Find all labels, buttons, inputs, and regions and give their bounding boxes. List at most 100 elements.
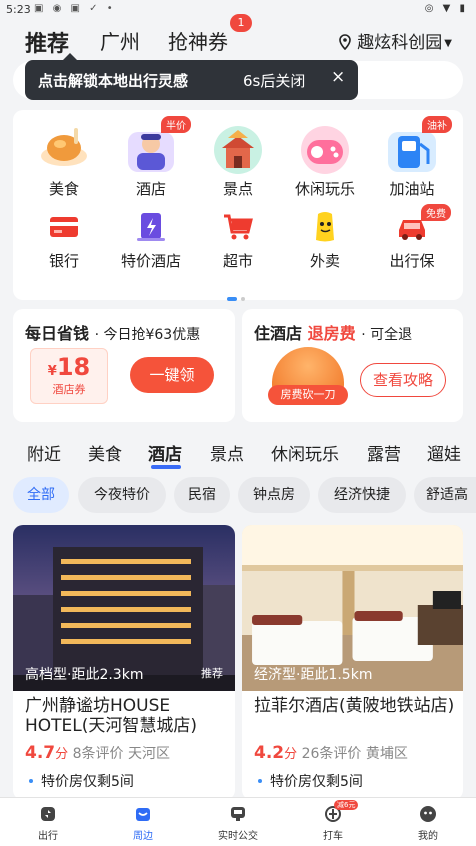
system-status-icons: ◎ ▼ ▮ [424, 3, 468, 14]
service-scenic[interactable]: 景点 [195, 122, 281, 199]
coupon-count-badge: 1 [230, 14, 252, 32]
tab-kids[interactable]: 遛娃 [427, 440, 461, 465]
service-bank[interactable]: 银行 [21, 210, 107, 271]
service-label: 特价酒店 [120, 252, 181, 270]
service-supermarket[interactable]: 超市 [195, 210, 281, 271]
nav-label: 实时公交 [218, 831, 258, 842]
claim-coupon-button[interactable]: 一键领 [130, 357, 214, 393]
travel-icon [39, 805, 57, 823]
tab-nearby[interactable]: 附近 [27, 440, 61, 465]
tip-text: 点击解锁本地出行灵感 [38, 72, 189, 90]
hotel-type-distance: 经济型·距此1.5km [254, 667, 373, 683]
hotel-area: 黄埔区 [365, 746, 408, 762]
free-tag: 免费 [421, 204, 451, 221]
chip-tonight-deal[interactable]: 今夜特价 [78, 477, 166, 513]
game-icon [299, 122, 351, 174]
car-insurance-icon: 免费 [395, 204, 451, 244]
view-guide-button[interactable]: 查看攻略 [360, 363, 446, 397]
hotel-name: 广州静谧坊HOUSE HOTEL(天河智慧城店) [25, 696, 198, 736]
daily-savings-subtitle: · 今日抢¥63优惠 [94, 327, 201, 343]
hotel-card[interactable]: 高档型·距此2.3km 推荐 广州静谧坊HOUSE HOTEL(天河智慧城店) … [13, 525, 235, 800]
tab-hotel[interactable]: 酒店 [148, 440, 182, 465]
hotel-coupon: ¥18 酒店券 [30, 348, 108, 404]
service-label: 加油站 [389, 180, 435, 198]
category-tabs: 附近 美食 酒店 景点 休闲玩乐 露营 遛娃 [0, 430, 476, 470]
service-travel-insurance[interactable]: 免费 出行保 [369, 204, 455, 271]
chip-budget[interactable]: 经济快捷 [318, 477, 406, 513]
taxi-discount-badge: 减6元 [334, 800, 359, 810]
active-tab-underline [151, 465, 181, 469]
daily-savings-title: 每日省钱 · 今日抢¥63优惠 [25, 320, 200, 344]
special-hotel-icon [134, 210, 168, 244]
chevron-down-icon: ▼ [444, 38, 452, 49]
hotel-area: 天河区 [127, 746, 170, 762]
status-time: 5:23 [6, 3, 31, 16]
bus-icon [229, 805, 247, 823]
score-unit: 分 [55, 747, 69, 762]
location-selector[interactable]: 趣炫科创园 ▼ [337, 28, 452, 53]
service-label: 景点 [222, 180, 253, 198]
hotel-refund-heading-b: 退房费 [307, 324, 356, 343]
service-label: 酒店 [135, 180, 166, 198]
hotel-rating-row: 4.7分 8条评价 天河区 [25, 743, 170, 763]
gas-station-icon: 油补 [386, 116, 452, 174]
service-grid: 美食 半价 酒店 景点 休闲玩乐 油补 加油站 银行 特价酒店 超市 外卖 免费… [13, 110, 463, 301]
tab-camping[interactable]: 露营 [367, 440, 401, 465]
chip-all[interactable]: 全部 [13, 477, 69, 513]
unlock-tip-popup[interactable]: 点击解锁本地出行灵感 6s后关闭 × [25, 53, 358, 100]
service-hotel[interactable]: 半价 酒店 [108, 116, 194, 199]
service-label: 休闲玩乐 [294, 180, 355, 198]
hotel-score: 4.2 [254, 743, 285, 763]
chip-hourly-room[interactable]: 钟点房 [238, 477, 310, 513]
filter-chips: 全部 今夜特价 民宿 钟点房 经济快捷 舒适高 [0, 477, 476, 513]
nearby-icon [134, 805, 152, 823]
recommend-label: 推荐 [201, 667, 223, 680]
nav-taxi[interactable]: 减6元 打车 [298, 800, 368, 842]
cart-icon [221, 210, 255, 244]
close-icon[interactable]: × [331, 67, 345, 87]
nav-nearby[interactable]: 周边 [108, 805, 178, 842]
nav-label: 周边 [133, 831, 153, 842]
nav-label: 打车 [323, 831, 343, 842]
daily-savings-heading: 每日省钱 [25, 324, 90, 343]
service-label: 超市 [222, 252, 253, 270]
nav-travel[interactable]: 出行 [13, 805, 83, 842]
nav-label: 出行 [38, 831, 58, 842]
service-takeout[interactable]: 外卖 [282, 210, 368, 271]
daily-savings-card[interactable]: 每日省钱 · 今日抢¥63优惠 ¥18 酒店券 一键领 [13, 309, 235, 422]
tab-leisure[interactable]: 休闲玩乐 [271, 440, 339, 465]
chip-comfort[interactable]: 舒适高 [414, 477, 476, 513]
bank-card-icon [47, 210, 81, 244]
hotel-refund-subtitle: · 可全退 [361, 327, 413, 343]
nav-bus[interactable]: 实时公交 [203, 805, 273, 842]
service-gas-station[interactable]: 油补 加油站 [369, 116, 455, 199]
service-label: 出行保 [389, 252, 435, 270]
hotel-card[interactable]: 经济型·距此1.5km 拉菲尔酒店(黄陂地铁站店) 4.2分 26条评价 黄埔区… [242, 525, 463, 800]
hotel-promo: 特价房仅剩5间 [254, 771, 363, 791]
scenic-icon [212, 122, 264, 174]
nav-profile[interactable]: 我的 [393, 805, 463, 842]
service-label: 外卖 [309, 252, 340, 270]
hotel-icon: 半价 [125, 116, 191, 174]
service-food[interactable]: 美食 [21, 122, 107, 199]
service-label: 美食 [48, 180, 79, 198]
tab-scenic[interactable]: 景点 [210, 440, 244, 465]
tab-guangzhou[interactable]: 广州 [100, 26, 140, 55]
score-unit: 分 [284, 747, 298, 762]
service-leisure[interactable]: 休闲玩乐 [282, 122, 368, 199]
hotel-refund-title: 住酒店 退房费 · 可全退 [254, 320, 412, 344]
hotel-promo-text: 特价房仅剩5间 [270, 774, 363, 790]
chip-homestay[interactable]: 民宿 [174, 477, 230, 513]
service-special-hotel[interactable]: 特价酒店 [108, 210, 194, 271]
tab-coupons[interactable]: 抢神券 [168, 26, 228, 55]
takeout-icon [308, 210, 342, 244]
hotel-name: 拉菲尔酒店(黄陂地铁站店) [254, 696, 455, 716]
tab-food[interactable]: 美食 [88, 440, 122, 465]
hotel-promo: 特价房仅剩5间 [25, 771, 134, 791]
location-name: 趣炫科创园 [357, 33, 443, 53]
coupon-amount: 18 [56, 353, 91, 381]
profile-icon [419, 805, 437, 823]
coupon-currency: ¥ [47, 364, 57, 379]
taxi-icon: 减6元 [324, 800, 359, 823]
hotel-refund-card[interactable]: 住酒店 退房费 · 可全退 房费砍一刀 查看攻略 [242, 309, 463, 422]
